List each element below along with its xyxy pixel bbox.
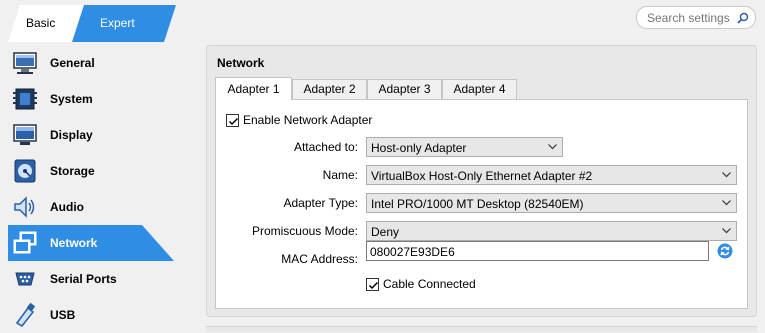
chevron-down-icon <box>722 228 731 234</box>
display-icon <box>13 124 37 145</box>
attached-to-label: Attached to: <box>293 140 358 154</box>
sidebar-item-label: System <box>50 92 93 106</box>
cable-connected-label: Cable Connected <box>383 277 476 291</box>
sidebar: General System Display Storage Audio Net… <box>0 45 180 333</box>
sidebar-item-display[interactable]: Display <box>0 117 180 153</box>
enable-network-adapter-checkbox[interactable]: Enable Network Adapter <box>226 113 372 127</box>
network-icon <box>13 231 37 254</box>
promiscuous-mode-select[interactable]: Deny <box>366 221 737 241</box>
checkbox-box <box>226 113 239 127</box>
name-label: Name: <box>322 168 358 182</box>
adapter-name-select[interactable]: VirtualBox Host-Only Ethernet Adapter #2 <box>366 165 737 185</box>
adapter-type-select[interactable]: Intel PRO/1000 MT Desktop (82540EM) <box>366 193 737 213</box>
chevron-down-icon <box>722 172 731 178</box>
cable-connected-checkbox[interactable]: Cable Connected <box>366 277 476 291</box>
speaker-icon <box>14 196 35 218</box>
tab-adapter-3[interactable]: Adapter 3 <box>367 79 442 99</box>
sidebar-item-network[interactable]: Network <box>0 225 180 261</box>
chip-icon <box>13 88 37 110</box>
promiscuous-mode-value: Deny <box>371 225 400 239</box>
search-input[interactable] <box>647 10 735 25</box>
attached-to-select[interactable]: Host-only Adapter <box>366 137 563 157</box>
search-box <box>636 6 756 29</box>
attached-to-value: Host-only Adapter <box>371 141 467 155</box>
adapter-1-tab-content: Enable Network Adapter Attached to: Host… <box>215 99 748 309</box>
usb-icon <box>15 303 36 327</box>
expert-mode-button[interactable]: Expert <box>100 16 135 30</box>
network-settings-panel: Network Adapter 1 Adapter 2 Adapter 3 Ad… <box>206 45 757 317</box>
sidebar-item-audio[interactable]: Audio <box>0 189 180 225</box>
sidebar-item-label: Audio <box>50 200 84 214</box>
promiscuous-mode-label: Promiscuous Mode: <box>251 224 358 238</box>
chevron-down-icon <box>722 200 731 206</box>
adapter-type-value: Intel PRO/1000 MT Desktop (82540EM) <box>371 197 584 211</box>
serial-port-icon <box>15 272 35 286</box>
sidebar-item-usb[interactable]: USB <box>0 297 180 333</box>
checkmark-icon <box>228 117 239 125</box>
sidebar-item-storage[interactable]: Storage <box>0 153 180 189</box>
mode-toggle: Basic Expert <box>8 5 176 42</box>
mac-address-input[interactable] <box>370 244 700 259</box>
tab-adapter-1[interactable]: Adapter 1 <box>215 77 292 100</box>
chevron-down-icon <box>548 144 557 150</box>
monitor-icon <box>13 52 37 74</box>
sidebar-item-label: General <box>50 56 95 70</box>
refresh-mac-icon[interactable] <box>717 243 733 259</box>
sidebar-item-label: Network <box>50 236 98 250</box>
search-icon[interactable] <box>737 12 749 24</box>
tab-adapter-4[interactable]: Adapter 4 <box>442 79 517 99</box>
mac-address-field <box>366 241 709 261</box>
basic-mode-button[interactable]: Basic <box>26 16 55 30</box>
next-section-edge <box>206 326 757 332</box>
adapter-name-value: VirtualBox Host-Only Ethernet Adapter #2 <box>371 169 593 183</box>
sidebar-item-serial-ports[interactable]: Serial Ports <box>0 261 180 297</box>
mac-address-label: MAC Address: <box>281 252 358 266</box>
sidebar-item-label: USB <box>50 308 76 322</box>
checkmark-icon <box>368 281 379 289</box>
page-title: Network <box>217 56 265 70</box>
sidebar-item-general[interactable]: General <box>0 45 180 81</box>
disk-icon <box>14 159 36 183</box>
sidebar-item-label: Serial Ports <box>50 272 117 286</box>
sidebar-item-system[interactable]: System <box>0 81 180 117</box>
adapter-type-label: Adapter Type: <box>283 196 359 210</box>
checkbox-box <box>366 277 379 291</box>
enable-network-adapter-label: Enable Network Adapter <box>243 113 373 127</box>
sidebar-item-label: Storage <box>50 164 95 178</box>
sidebar-item-label: Display <box>50 128 93 142</box>
tab-adapter-2[interactable]: Adapter 2 <box>292 79 367 99</box>
